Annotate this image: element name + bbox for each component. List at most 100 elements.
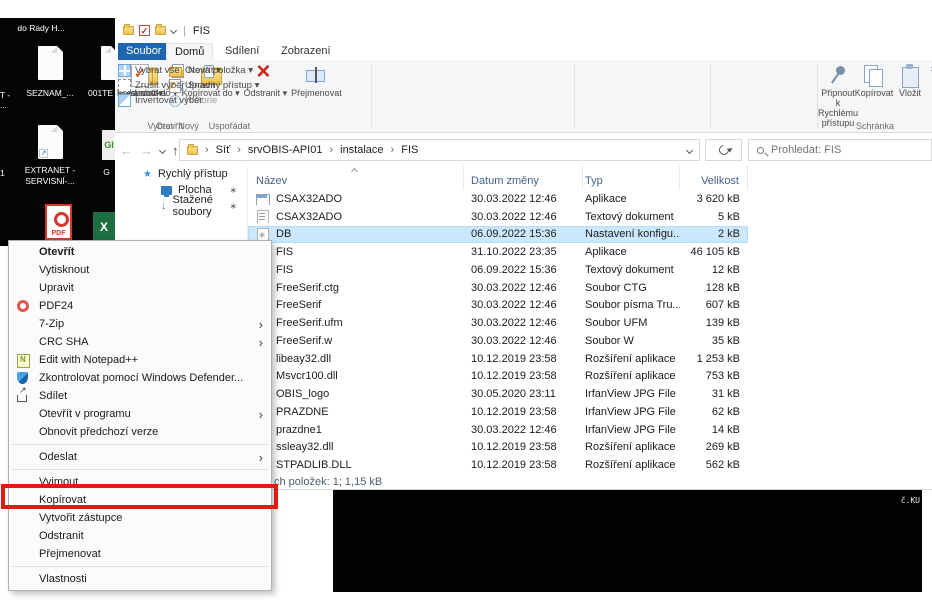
- ribbon-group-vybrat: Vybrat všeZrušit výběrInvertovat výběrVy…: [115, 60, 206, 132]
- file-row-stpadlib-dll[interactable]: STPADLIB.DLL 10.12.2019 23:58 Rozšíření …: [248, 456, 748, 474]
- sidebar-item-rychl-p-stup[interactable]: ★ Rychlý přístup: [115, 166, 247, 182]
- recent-locations-icon[interactable]: [159, 147, 166, 154]
- column-header-size[interactable]: Velikost: [680, 166, 748, 190]
- breadcrumb[interactable]: ›Síť›srvOBIS-API01›instalace›FIS: [179, 139, 700, 161]
- desktop-icon-label[interactable]: SERVISNÍ-...: [2, 176, 98, 186]
- desktop-icon-label[interactable]: ...: [0, 100, 14, 110]
- desktop-icon-label[interactable]: EXTRANET -: [2, 165, 98, 175]
- quick-access-customize-icon[interactable]: [170, 27, 177, 34]
- menu-item-vlastnosti[interactable]: Vlastnosti ›: [9, 570, 271, 588]
- file-row-fis[interactable]: FIS 06.09.2022 15:36 Textový dokument 12…: [248, 261, 748, 279]
- up-icon[interactable]: ↑: [172, 143, 179, 158]
- search-input[interactable]: Prohledat: FIS: [748, 139, 932, 161]
- shortcut-document-icon[interactable]: ↗: [38, 125, 63, 159]
- file-name: FIS: [276, 246, 293, 258]
- file-row-freeserif[interactable]: FreeSerif 30.03.2022 12:46 Soubor písma …: [248, 297, 748, 315]
- desktop-icon-label[interactable]: do Rady H...: [4, 23, 78, 33]
- quick-access-folder-icon[interactable]: [123, 26, 134, 35]
- txt-file-icon: [256, 210, 269, 223]
- file-size: 269 kB: [680, 441, 748, 453]
- refresh-button[interactable]: [705, 139, 742, 161]
- desktop-icon-label[interactable]: G: [98, 167, 115, 177]
- menu-item-zkontrolovat-pomoc-windows-defender[interactable]: Zkontrolovat pomocí Windows Defender... …: [9, 369, 271, 387]
- menu-item-obnovit-p-edchoz-verze[interactable]: Obnovit předchozí verze ›: [9, 423, 271, 441]
- file-size: 2 kB: [680, 228, 748, 240]
- menu-item-7-zip[interactable]: 7-Zip ›: [9, 315, 271, 333]
- file-row-ssleay32-dll[interactable]: ssleay32.dll 10.12.2019 23:58 Rozšíření …: [248, 439, 748, 457]
- menu-item-odstranit[interactable]: Odstranit ›: [9, 527, 271, 545]
- breadcrumb-s[interactable]: Síť: [216, 144, 231, 156]
- file-row-obis-logo[interactable]: OBIS_logo 30.05.2020 23:11 IrfanView JPG…: [248, 385, 748, 403]
- file-date: 10.12.2019 23:58: [464, 353, 583, 365]
- file-row-msvcr100-dll[interactable]: Msvcr100.dll 10.12.2019 23:58 Rozšíření …: [248, 368, 748, 386]
- column-header-date[interactable]: Datum změny: [464, 166, 583, 190]
- file-row-db[interactable]: DB 06.09.2022 15:36 Nastavení konfigu...…: [248, 226, 748, 244]
- menu-item-edit-with-notepad[interactable]: Edit with Notepad++ ›: [9, 351, 271, 369]
- navigation-pane: ★ Rychlý přístup Plocha ∗ ↓ Stažené soub…: [115, 166, 247, 214]
- vyjmout-button[interactable]: Vyjmout: [928, 63, 932, 78]
- back-icon[interactable]: ←: [120, 143, 133, 158]
- file-name: FreeSerif.ufm: [276, 317, 343, 329]
- file-size: 46 105 kB: [680, 246, 748, 258]
- file-row-prazdne1[interactable]: prazdne1 30.03.2022 12:46 IrfanView JPG …: [248, 421, 748, 439]
- file-type: Textový dokument: [583, 264, 680, 276]
- desktop-icon-label[interactable]: SEZNAM_...: [12, 88, 88, 98]
- invertovat-v-b-r-button[interactable]: Invertovat výběr: [115, 93, 206, 108]
- sidebar-item-sta-en-soubory[interactable]: ↓ Stažené soubory ∗: [115, 198, 247, 214]
- vlo-it-z-stupce-button[interactable]: Vložit zástupce: [928, 93, 932, 108]
- file-row-csax32ado[interactable]: CSAX32ADO 30.03.2022 12:46 Aplikace 3 62…: [248, 190, 748, 208]
- file-row-libeay32-dll[interactable]: libeay32.dll 10.12.2019 23:58 Rozšíření …: [248, 350, 748, 368]
- pdf-file-icon[interactable]: PDF: [45, 204, 72, 240]
- file-type: Soubor W: [583, 335, 680, 347]
- file-name: FreeSerif: [276, 299, 321, 311]
- p-ipnout-k-rychl-mu-p-stupu-button[interactable]: Připnout k Rychlému přístupu: [820, 60, 856, 128]
- file-name: STPADLIB.DLL: [276, 459, 352, 471]
- vybrat-v-e-button[interactable]: Vybrat vše: [115, 63, 206, 78]
- kop-rovat-button[interactable]: Kopírovat: [856, 60, 892, 98]
- file-row-fis[interactable]: FIS 31.10.2022 23:35 Aplikace 46 105 kB: [248, 243, 748, 261]
- app-shortcut-icon[interactable]: GI: [102, 130, 115, 160]
- document-icon[interactable]: [38, 46, 63, 80]
- address-dropdown-icon[interactable]: [686, 146, 693, 153]
- excel-file-icon[interactable]: X: [93, 212, 115, 242]
- menu-item-otev-t-v-programu[interactable]: Otevřít v programu ›: [9, 405, 271, 423]
- npp-icon: [17, 354, 30, 367]
- menu-item-vytisknout[interactable]: Vytisknout ›: [9, 261, 271, 279]
- file-row-freeserif-w[interactable]: FreeSerif.w 30.03.2022 12:46 Soubor W 35…: [248, 332, 748, 350]
- desktop-icon-label[interactable]: 001TE: [88, 88, 115, 98]
- zru-it-v-b-r-button[interactable]: Zrušit výběr: [115, 78, 206, 93]
- p-ejmenovat-button[interactable]: Přejmenovat: [289, 60, 344, 98]
- file-type: Soubor CTG: [583, 282, 680, 294]
- menu-item-vytvo-it-z-stupce[interactable]: Vytvořit zástupce ›: [9, 509, 271, 527]
- menu-item-pdf24[interactable]: PDF24 ›: [9, 297, 271, 315]
- quick-access-folder-icon[interactable]: [155, 26, 166, 35]
- menu-item-sd-let[interactable]: Sdílet ›: [9, 387, 271, 405]
- menu-separator: [11, 566, 269, 567]
- breadcrumb-srvobis-api01[interactable]: srvOBIS-API01: [248, 144, 323, 156]
- menu-item-crc-sha[interactable]: CRC SHA ›: [9, 333, 271, 351]
- quick-access-check-icon[interactable]: ✓: [139, 25, 150, 36]
- desktop-icon-label[interactable]: T -: [0, 90, 14, 100]
- file-row-prazdne[interactable]: PRAZDNE 10.12.2019 23:58 IrfanView JPG F…: [248, 403, 748, 421]
- search-placeholder: Prohledat: FIS: [771, 144, 841, 156]
- breadcrumb-fis[interactable]: FIS: [401, 144, 418, 156]
- file-row-csax32ado[interactable]: CSAX32ADO 30.03.2022 12:46 Textový dokum…: [248, 208, 748, 226]
- tab-soubor[interactable]: Soubor: [118, 43, 169, 60]
- forward-icon[interactable]: →: [140, 143, 153, 158]
- kop-rovat-cestu-button[interactable]: Kopírovat cestu: [928, 78, 932, 93]
- file-row-freeserif-ctg[interactable]: FreeSerif.ctg 30.03.2022 12:46 Soubor CT…: [248, 279, 748, 297]
- file-row-freeserif-ufm[interactable]: FreeSerif.ufm 30.03.2022 12:46 Soubor UF…: [248, 314, 748, 332]
- document-icon[interactable]: [101, 46, 115, 80]
- tab-zobrazeni[interactable]: Zobrazení: [273, 43, 339, 60]
- column-header-name[interactable]: Název: [248, 166, 464, 190]
- menu-item-odeslat[interactable]: Odeslat ›: [9, 448, 271, 466]
- vlo-it-button[interactable]: Vložit: [892, 60, 928, 98]
- menu-item-upravit[interactable]: Upravit ›: [9, 279, 271, 297]
- menu-item-otev-t[interactable]: Otevřít ›: [9, 243, 271, 261]
- breadcrumb-instalace[interactable]: instalace: [340, 144, 383, 156]
- file-size: 753 kB: [680, 370, 748, 382]
- window-title: FIS: [193, 25, 210, 37]
- column-header-type[interactable]: Typ: [583, 166, 680, 190]
- menu-item-p-ejmenovat[interactable]: Přejmenovat ›: [9, 545, 271, 563]
- tab-domu[interactable]: Domů: [166, 43, 213, 60]
